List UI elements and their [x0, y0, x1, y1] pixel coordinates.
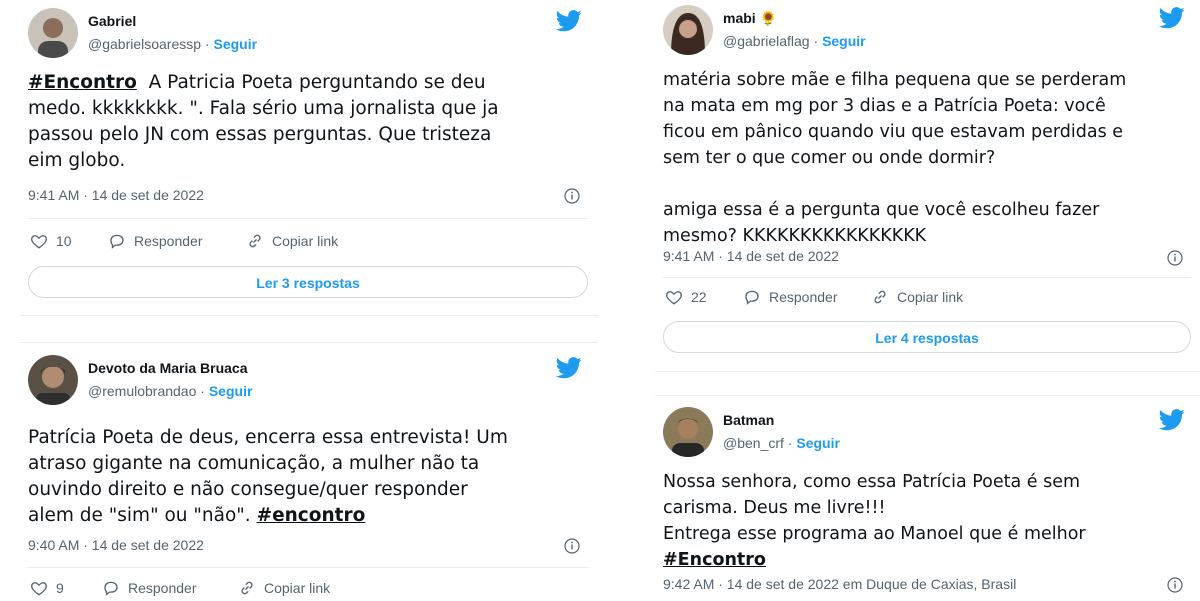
tweet-card-mabi: mabi 🌻 @gabrielaflag · Seguir matéria so… — [663, 5, 1191, 360]
copy-link-label: Copiar link — [272, 233, 339, 249]
heart-icon — [31, 582, 47, 596]
read-replies-button[interactable]: Ler 4 respostas — [663, 321, 1191, 353]
twitter-bird-icon[interactable] — [556, 10, 582, 32]
divider — [28, 218, 588, 219]
author-name[interactable]: mabi 🌻 — [723, 10, 777, 27]
tweet-text: Patrícia Poeta de deus, encerra essa ent… — [28, 425, 508, 529]
like-count: 9 — [56, 580, 64, 596]
like-count: 22 — [691, 289, 707, 305]
reply-label: Responder — [134, 233, 203, 249]
author-handle[interactable]: @ben_crf — [723, 435, 784, 451]
twitter-bird-icon[interactable] — [1159, 409, 1185, 431]
tweet-header: Devoto da Maria Bruaca @remulobrandao · … — [28, 355, 588, 415]
tweet-text: Nossa senhora, como essa Patrícia Poeta … — [663, 469, 1086, 573]
author-handle[interactable]: @gabrielaflag — [723, 33, 810, 49]
card-top-border — [20, 342, 598, 343]
author-handle-line: @remulobrandao · Seguir — [88, 383, 252, 399]
info-icon[interactable] — [564, 538, 580, 554]
follow-button[interactable]: Seguir — [822, 33, 866, 49]
follow-button[interactable]: Seguir — [796, 435, 840, 451]
reply-action[interactable]: Responder — [102, 579, 197, 597]
tweet-text: #Encontro A Patricia Poeta perguntando s… — [28, 70, 499, 174]
separator-dot: · — [809, 33, 823, 49]
like-count: 10 — [56, 233, 72, 249]
copy-link-action[interactable]: Copiar link — [871, 288, 963, 306]
divider — [663, 277, 1191, 278]
twitter-bird-icon[interactable] — [1159, 7, 1185, 29]
tweet-card-gabriel: Gabriel @gabrielsoaressp · Seguir #Encon… — [28, 8, 588, 308]
avatar[interactable] — [28, 8, 78, 58]
author-handle-line: @ben_crf · Seguir — [723, 435, 840, 451]
tweet-header: mabi 🌻 @gabrielaflag · Seguir — [663, 5, 1191, 65]
reply-label: Responder — [769, 289, 838, 305]
copy-link-label: Copiar link — [897, 289, 964, 305]
reply-action[interactable]: Responder — [743, 288, 838, 306]
twitter-bird-icon[interactable] — [556, 357, 582, 379]
info-icon[interactable] — [1167, 577, 1183, 593]
heart-icon — [666, 291, 682, 305]
author-handle-line: @gabrielsoaressp · Seguir — [88, 36, 257, 52]
author-handle[interactable]: @gabrielsoaressp — [88, 36, 201, 52]
reply-icon — [745, 290, 759, 305]
copy-link-label: Copiar link — [264, 580, 331, 596]
heart-icon — [31, 235, 47, 249]
copy-link-action[interactable]: Copiar link — [246, 232, 338, 250]
separator-dot: · — [196, 383, 209, 399]
tweet-timestamp[interactable]: 9:41 AM · 14 de set de 2022 — [28, 187, 204, 203]
info-icon[interactable] — [1167, 250, 1183, 266]
like-action[interactable]: 22 — [665, 288, 707, 306]
hashtag-link[interactable]: #Encontro — [28, 72, 137, 93]
separator-dot: · — [201, 36, 214, 52]
hashtag-link[interactable]: #encontro — [257, 505, 366, 526]
separator-dot: · — [783, 435, 797, 451]
author-handle[interactable]: @remulobrandao — [88, 383, 196, 399]
author-name[interactable]: Gabriel — [88, 13, 136, 29]
tweet-timestamp[interactable]: 9:42 AM · 14 de set de 2022 em Duque de … — [663, 576, 1016, 592]
tweet-card-devoto: Devoto da Maria Bruaca @remulobrandao · … — [28, 355, 588, 600]
card-bottom-border — [655, 371, 1200, 372]
tweet-card-batman: Batman @ben_crf · Seguir Nossa senhora, … — [663, 407, 1191, 600]
tweet-timestamp[interactable]: 9:41 AM · 14 de set de 2022 — [663, 248, 839, 264]
info-icon[interactable] — [564, 188, 580, 204]
avatar[interactable] — [663, 5, 713, 55]
tweet-text: matéria sobre mãe e filha pequena que se… — [663, 70, 1127, 246]
like-action[interactable]: 10 — [30, 232, 72, 250]
tweet-timestamp[interactable]: 9:40 AM · 14 de set de 2022 — [28, 537, 204, 553]
reply-icon — [110, 234, 124, 249]
like-action[interactable]: 9 — [30, 579, 64, 597]
follow-button[interactable]: Seguir — [214, 36, 258, 52]
follow-button[interactable]: Seguir — [209, 383, 253, 399]
link-icon — [874, 290, 886, 304]
divider — [28, 567, 588, 568]
author-name[interactable]: Devoto da Maria Bruaca — [88, 360, 248, 376]
tweet-text-main: Nossa senhora, como essa Patrícia Poeta … — [663, 472, 1086, 544]
card-top-border — [655, 395, 1200, 396]
hashtag-link[interactable]: #Encontro — [663, 550, 766, 570]
tweet-header: Batman @ben_crf · Seguir — [663, 407, 1191, 467]
read-replies-button[interactable]: Ler 3 respostas — [28, 266, 588, 298]
card-bottom-border — [20, 315, 598, 316]
avatar[interactable] — [663, 407, 713, 457]
reply-action[interactable]: Responder — [108, 232, 203, 250]
reply-icon — [104, 581, 118, 596]
copy-link-action[interactable]: Copiar link — [238, 579, 330, 597]
author-handle-line: @gabrielaflag · Seguir — [723, 33, 866, 49]
avatar[interactable] — [28, 355, 78, 405]
tweet-header: Gabriel @gabrielsoaressp · Seguir — [28, 8, 588, 68]
link-icon — [249, 234, 261, 248]
author-name[interactable]: Batman — [723, 412, 774, 428]
reply-label: Responder — [128, 580, 197, 596]
link-icon — [241, 581, 253, 595]
